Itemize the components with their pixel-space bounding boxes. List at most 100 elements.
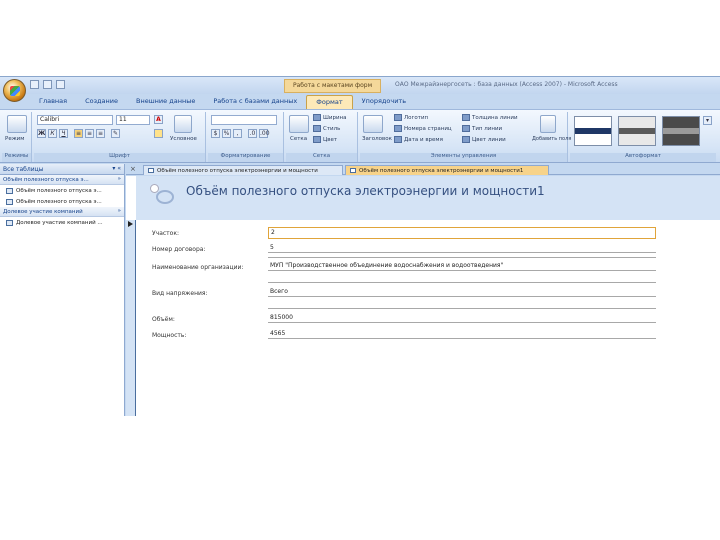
table-icon xyxy=(6,219,13,226)
divider xyxy=(268,308,656,309)
autoformat-style-3[interactable] xyxy=(662,116,700,146)
tab-format[interactable]: Формат xyxy=(306,95,353,109)
form-icon xyxy=(350,168,356,173)
contract-number-field[interactable]: 5 xyxy=(268,243,656,253)
font-name-combo[interactable]: Calibri xyxy=(37,115,113,125)
title-button-icon[interactable] xyxy=(363,115,383,133)
font-color-icon[interactable]: A xyxy=(154,115,163,124)
nav-item-form[interactable]: Объём полезного отпуска э... xyxy=(0,196,124,207)
quick-access-toolbar xyxy=(30,80,65,91)
decrease-decimals-icon[interactable]: .00 xyxy=(259,129,270,138)
view-button-label: Режим xyxy=(5,136,25,142)
line-type-button[interactable]: Тип линии xyxy=(462,125,502,134)
gridlines-icon[interactable] xyxy=(289,115,309,133)
thousands-icon[interactable]: , xyxy=(233,129,242,138)
tab-arrange[interactable]: Упорядочить xyxy=(353,95,415,109)
chevron-up-icon[interactable]: » xyxy=(118,208,121,214)
nav-item-label: Объём полезного отпуска э... xyxy=(16,198,102,205)
autoformat-style-2[interactable] xyxy=(618,116,656,146)
volume-field[interactable]: 815000 xyxy=(268,313,656,323)
gridlines-group-label: Сетка xyxy=(286,153,357,162)
align-left-icon[interactable]: ≡ xyxy=(74,129,83,138)
nav-item-label: Объём полезного отпуска э... xyxy=(16,187,102,194)
tab-create[interactable]: Создание xyxy=(76,95,127,109)
controls-group: Заголовок Логотип Номера страниц Дата и … xyxy=(360,112,572,162)
navigation-pane: Все таблицы ▾ « Объём полезного отпуска … xyxy=(0,164,125,416)
field-label: Мощность: xyxy=(152,332,187,339)
currency-icon[interactable]: $ xyxy=(211,129,220,138)
add-fields-icon[interactable] xyxy=(540,115,556,133)
grid-color-button[interactable]: Цвет xyxy=(313,136,337,145)
formatting-group-label: Форматирование xyxy=(208,153,283,162)
form-header: Объём полезного отпуска электроэнергии и… xyxy=(136,176,720,220)
office-logo-icon xyxy=(10,86,20,96)
nav-group[interactable]: Объём полезного отпуска э... » xyxy=(0,175,124,185)
grid-style-button[interactable]: Стиль xyxy=(313,125,340,134)
tab-database-tools[interactable]: Работа с базами данных xyxy=(204,95,306,109)
redo-icon[interactable] xyxy=(56,80,65,89)
line-thickness-icon xyxy=(462,114,470,121)
power-field[interactable]: 4565 xyxy=(268,329,656,339)
font-size-combo[interactable]: 11 xyxy=(116,115,150,125)
gridlines-group: Сетка Ширина Стиль Цвет Сетка xyxy=(286,112,358,162)
font-group: Calibri 11 A Ж К Ч ≡ ≡ ≡ ✎ Условное Шриф… xyxy=(34,112,206,162)
table-icon xyxy=(148,168,154,173)
tab-home[interactable]: Главная xyxy=(30,95,76,109)
chevron-up-icon[interactable]: » xyxy=(118,176,121,182)
plot-field[interactable]: 2 xyxy=(268,227,656,239)
percent-icon[interactable]: % xyxy=(222,129,231,138)
ribbon: Режим Режимы Calibri 11 A Ж К Ч ≡ ≡ ≡ ✎ … xyxy=(0,109,720,163)
underline-icon[interactable]: Ч xyxy=(59,129,68,138)
increase-decimals-icon[interactable]: .0 xyxy=(248,129,257,138)
nav-group-label: Объём полезного отпуска э... xyxy=(3,177,89,183)
form-detail: Участок: 2 Номер договора: 5 Наименовани… xyxy=(137,220,720,416)
field-label: Участок: xyxy=(152,230,179,237)
save-icon[interactable] xyxy=(30,80,39,89)
line-color-button[interactable]: Цвет линии xyxy=(462,136,506,145)
line-thickness-button[interactable]: Толщина линии xyxy=(462,114,518,123)
format-combo[interactable] xyxy=(211,115,277,125)
format-painter-icon[interactable]: ✎ xyxy=(111,129,120,138)
undo-icon[interactable] xyxy=(43,80,52,89)
formatting-group: $ % , .0 .00 Форматирование xyxy=(208,112,284,162)
organization-field[interactable]: МУП "Производственное объединение водосн… xyxy=(268,261,656,271)
close-icon[interactable]: × xyxy=(130,165,136,173)
office-button[interactable] xyxy=(3,79,26,102)
italic-icon[interactable]: К xyxy=(48,129,57,138)
line-width-icon xyxy=(313,114,321,121)
nav-item-table[interactable]: Долевое участие компаний ... xyxy=(0,217,124,228)
nav-pane-header[interactable]: Все таблицы ▾ « xyxy=(0,164,124,175)
font-group-label: Шрифт xyxy=(34,153,205,162)
record-selector[interactable] xyxy=(126,220,136,416)
tab-external-data[interactable]: Внешние данные xyxy=(127,95,204,109)
autoformat-more-icon[interactable]: ▾ xyxy=(703,116,712,125)
form-title: Объём полезного отпуска электроэнергии и… xyxy=(186,184,545,198)
align-right-icon[interactable]: ≡ xyxy=(96,129,105,138)
autoformat-style-1[interactable] xyxy=(574,116,612,146)
line-type-icon xyxy=(462,125,470,132)
line-color-icon xyxy=(462,136,470,143)
document-tab-active[interactable]: Объём полезного отпуска электроэнергии и… xyxy=(345,165,549,175)
align-center-icon[interactable]: ≡ xyxy=(85,129,94,138)
table-icon xyxy=(6,187,13,194)
add-fields-label: Добавить поля xyxy=(532,136,572,142)
voltage-type-field[interactable]: Всего xyxy=(268,287,656,297)
autoformat-group: ▾ Автоформат xyxy=(570,112,716,162)
date-time-button[interactable]: Дата и время xyxy=(394,136,443,145)
title-button-label: Заголовок xyxy=(362,136,392,142)
page-numbers-button[interactable]: Номера страниц xyxy=(394,125,452,134)
page-numbers-icon xyxy=(394,125,402,132)
bold-icon[interactable]: Ж xyxy=(37,129,46,138)
view-button-icon[interactable] xyxy=(7,115,27,133)
grid-width-button[interactable]: Ширина xyxy=(313,114,347,123)
nav-group[interactable]: Долевое участие компаний » xyxy=(0,207,124,217)
nav-pane-buttons[interactable]: ▾ « xyxy=(112,165,121,172)
document-tab-label: Объём полезного отпуска электроэнергии и… xyxy=(157,167,318,174)
document-tab-label: Объём полезного отпуска электроэнергии и… xyxy=(359,167,524,174)
conditional-formatting-icon[interactable] xyxy=(174,115,192,133)
fill-color-icon[interactable] xyxy=(154,129,163,138)
nav-item-table[interactable]: Объём полезного отпуска э... xyxy=(0,185,124,196)
document-tab[interactable]: Объём полезного отпуска электроэнергии и… xyxy=(143,165,343,175)
current-record-icon xyxy=(128,221,133,227)
logo-button[interactable]: Логотип xyxy=(394,114,428,123)
